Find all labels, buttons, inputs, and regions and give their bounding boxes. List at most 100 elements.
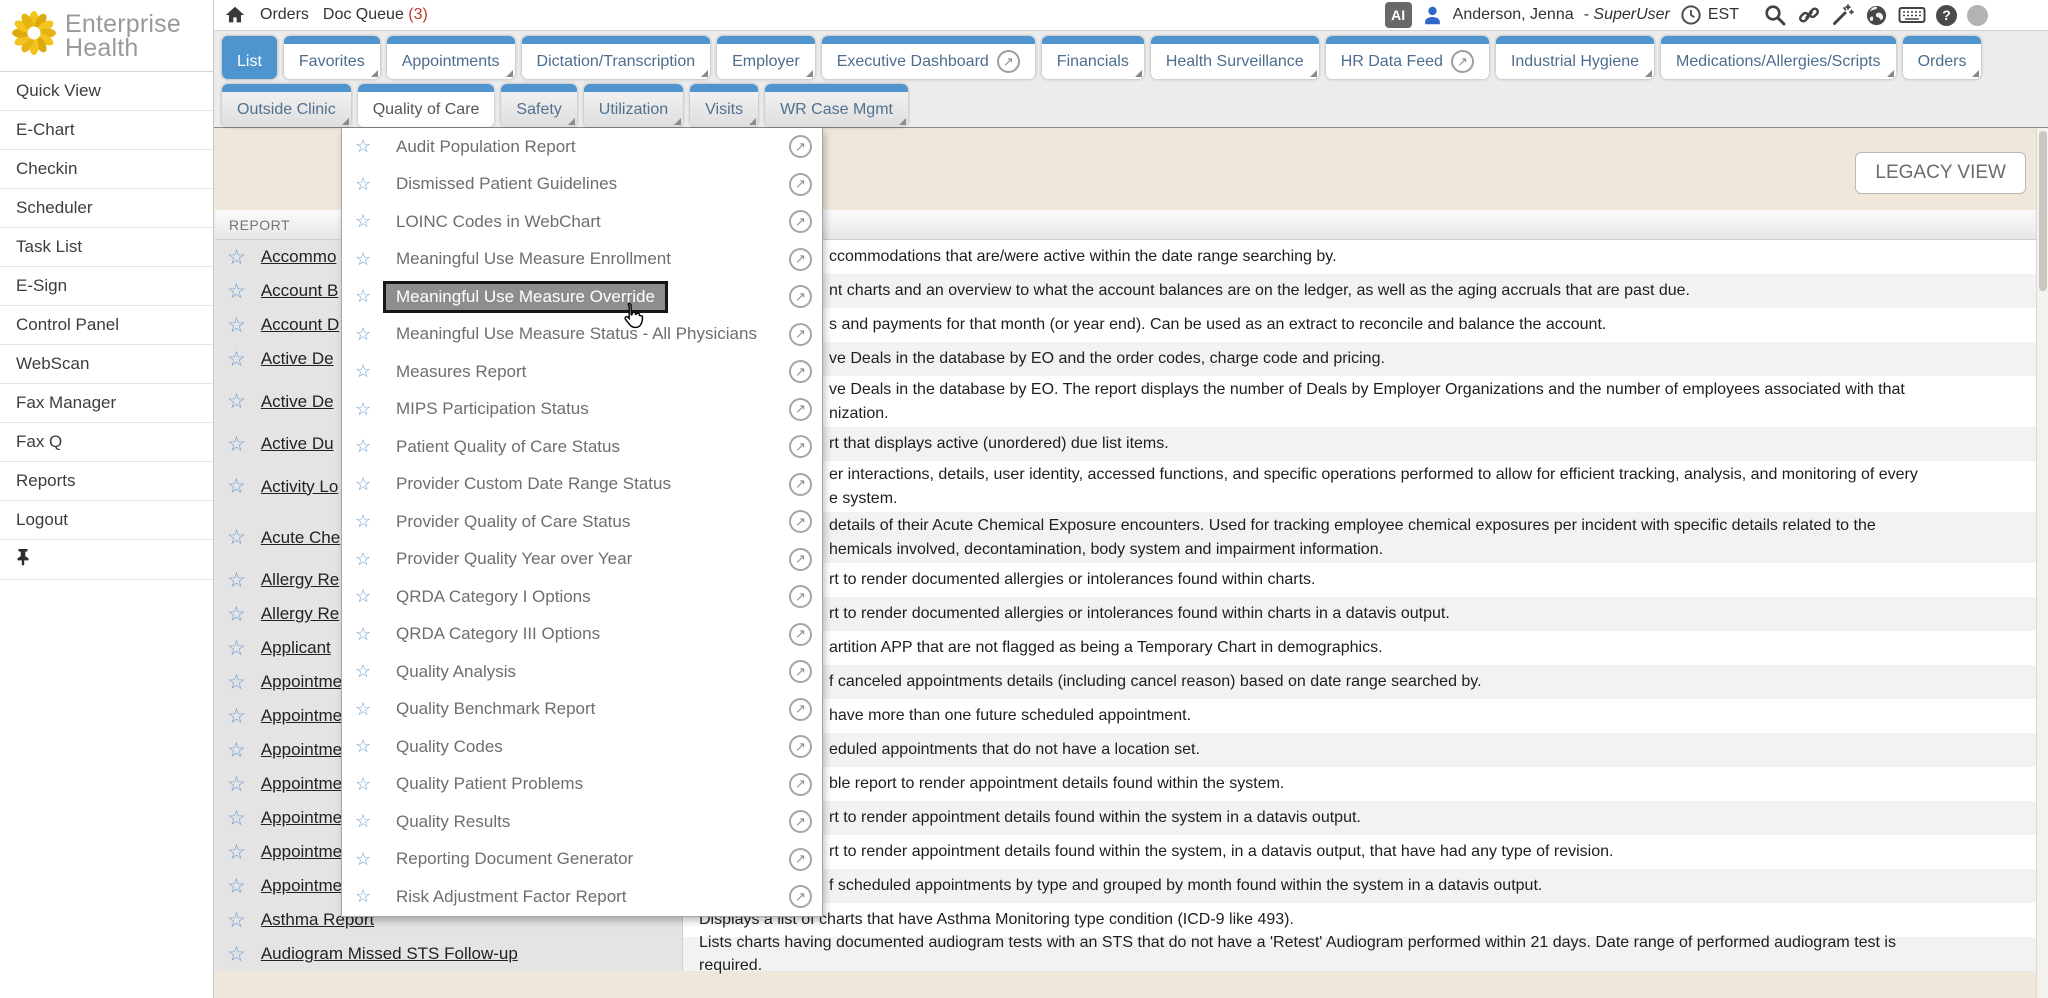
favorite-star-icon[interactable]: ☆ bbox=[355, 886, 375, 907]
favorite-star-icon[interactable]: ☆ bbox=[355, 436, 375, 457]
search-icon[interactable] bbox=[1763, 3, 1787, 27]
favorite-star-icon[interactable]: ☆ bbox=[227, 434, 246, 455]
open-in-new-icon[interactable]: ↗ bbox=[789, 810, 812, 833]
primary-tab[interactable]: Executive Dashboard ↗ bbox=[822, 36, 1035, 79]
report-link[interactable]: Appointme bbox=[261, 808, 342, 828]
dropdown-menu-item[interactable]: ☆ MIPS Participation Status ↗ bbox=[342, 391, 822, 429]
favorite-star-icon[interactable]: ☆ bbox=[355, 736, 375, 757]
open-in-new-icon[interactable]: ↗ bbox=[789, 210, 812, 233]
primary-tab[interactable]: Employer bbox=[717, 36, 815, 79]
dropdown-menu-item[interactable]: ☆ Meaningful Use Measure Status - All Ph… bbox=[342, 316, 822, 354]
open-in-new-icon[interactable]: ↗ bbox=[789, 698, 812, 721]
globe-icon[interactable] bbox=[1865, 4, 1888, 27]
favorite-star-icon[interactable]: ☆ bbox=[227, 842, 246, 863]
open-in-new-icon[interactable]: ↗ bbox=[789, 660, 812, 683]
wand-icon[interactable] bbox=[1831, 3, 1855, 27]
sidebar-item[interactable]: E-Chart bbox=[0, 111, 213, 150]
open-in-new-icon[interactable]: ↗ bbox=[789, 885, 812, 908]
open-in-new-icon[interactable]: ↗ bbox=[789, 473, 812, 496]
dropdown-menu-item[interactable]: ☆ LOINC Codes in WebChart ↗ bbox=[342, 203, 822, 241]
report-link[interactable]: Activity Lo bbox=[261, 477, 338, 497]
primary-tab[interactable]: Favorites bbox=[284, 36, 380, 79]
sidebar-item[interactable]: Fax Manager bbox=[0, 384, 213, 423]
favorite-star-icon[interactable]: ☆ bbox=[355, 399, 375, 420]
open-in-new-icon[interactable]: ↗ bbox=[789, 585, 812, 608]
dropdown-menu-item[interactable]: ☆ QRDA Category I Options ↗ bbox=[342, 578, 822, 616]
vertical-scrollbar[interactable] bbox=[2036, 128, 2048, 998]
favorite-star-icon[interactable]: ☆ bbox=[227, 391, 246, 412]
favorite-star-icon[interactable]: ☆ bbox=[355, 661, 375, 682]
sidebar-item[interactable]: Fax Q bbox=[0, 423, 213, 462]
keyboard-icon[interactable] bbox=[1898, 4, 1926, 26]
open-in-new-icon[interactable]: ↗ bbox=[789, 510, 812, 533]
favorite-star-icon[interactable]: ☆ bbox=[355, 849, 375, 870]
favorite-star-icon[interactable]: ☆ bbox=[355, 549, 375, 570]
dropdown-menu-item[interactable]: ☆ Reporting Document Generator ↗ bbox=[342, 841, 822, 879]
sidebar-item[interactable]: Scheduler bbox=[0, 189, 213, 228]
open-in-new-icon[interactable]: ↗ bbox=[789, 773, 812, 796]
report-link[interactable]: Allergy Re bbox=[261, 570, 339, 590]
favorite-star-icon[interactable]: ☆ bbox=[355, 211, 375, 232]
report-link[interactable]: Appointme bbox=[261, 842, 342, 862]
favorite-star-icon[interactable]: ☆ bbox=[227, 876, 246, 897]
dropdown-menu-item[interactable]: ☆ Quality Codes ↗ bbox=[342, 728, 822, 766]
favorite-star-icon[interactable]: ☆ bbox=[227, 247, 246, 268]
scrollbar-thumb[interactable] bbox=[2039, 131, 2047, 291]
sidebar-item[interactable]: E-Sign bbox=[0, 267, 213, 306]
open-in-new-icon[interactable]: ↗ bbox=[789, 248, 812, 271]
primary-tab[interactable]: Financials bbox=[1042, 36, 1144, 79]
home-icon[interactable] bbox=[224, 4, 246, 26]
dropdown-menu-item[interactable]: ☆ Quality Patient Problems ↗ bbox=[342, 766, 822, 804]
dropdown-menu-item[interactable]: ☆ Meaningful Use Measure Override ↗ bbox=[342, 278, 822, 316]
favorite-star-icon[interactable]: ☆ bbox=[355, 136, 375, 157]
dropdown-menu-item[interactable]: ☆ Provider Custom Date Range Status ↗ bbox=[342, 466, 822, 504]
favorite-star-icon[interactable]: ☆ bbox=[227, 476, 246, 497]
open-in-new-icon[interactable]: ↗ bbox=[789, 398, 812, 421]
open-in-new-icon[interactable]: ↗ bbox=[789, 135, 812, 158]
favorite-star-icon[interactable]: ☆ bbox=[227, 910, 246, 931]
primary-tab[interactable]: Medications/Allergies/Scripts bbox=[1661, 36, 1896, 79]
sidebar-item[interactable]: Control Panel bbox=[0, 306, 213, 345]
primary-tab[interactable]: HR Data Feed ↗ bbox=[1326, 36, 1489, 79]
favorite-star-icon[interactable]: ☆ bbox=[355, 474, 375, 495]
secondary-tab[interactable]: Safety bbox=[501, 84, 576, 127]
favorite-star-icon[interactable]: ☆ bbox=[227, 944, 246, 965]
report-link[interactable]: Audiogram Missed STS Follow-up bbox=[261, 944, 518, 964]
favorite-star-icon[interactable]: ☆ bbox=[227, 740, 246, 761]
sidebar-item[interactable]: Logout bbox=[0, 501, 213, 540]
primary-tab[interactable]: Health Surveillance bbox=[1151, 36, 1319, 79]
status-dot-icon[interactable] bbox=[1967, 5, 1988, 26]
favorite-star-icon[interactable]: ☆ bbox=[227, 808, 246, 829]
favorite-star-icon[interactable]: ☆ bbox=[355, 774, 375, 795]
favorite-star-icon[interactable]: ☆ bbox=[355, 511, 375, 532]
favorite-star-icon[interactable]: ☆ bbox=[227, 672, 246, 693]
favorite-star-icon[interactable]: ☆ bbox=[227, 604, 246, 625]
sidebar-item[interactable]: Reports bbox=[0, 462, 213, 501]
report-link[interactable]: Appointme bbox=[261, 672, 342, 692]
report-link[interactable]: Allergy Re bbox=[261, 604, 339, 624]
favorite-star-icon[interactable]: ☆ bbox=[227, 570, 246, 591]
primary-tab[interactable]: List bbox=[222, 36, 277, 79]
favorite-star-icon[interactable]: ☆ bbox=[355, 361, 375, 382]
favorite-star-icon[interactable]: ☆ bbox=[227, 349, 246, 370]
secondary-tab[interactable]: Quality of Care bbox=[358, 84, 495, 127]
favorite-star-icon[interactable]: ☆ bbox=[355, 586, 375, 607]
sidebar-item[interactable]: Task List bbox=[0, 228, 213, 267]
favorite-star-icon[interactable]: ☆ bbox=[227, 706, 246, 727]
open-in-new-icon[interactable]: ↗ bbox=[789, 285, 812, 308]
dropdown-menu-item[interactable]: ☆ Provider Quality Year over Year ↗ bbox=[342, 541, 822, 579]
sidebar-item[interactable]: Checkin bbox=[0, 150, 213, 189]
primary-tab[interactable]: Dictation/Transcription bbox=[522, 36, 711, 79]
dropdown-menu-item[interactable]: ☆ Quality Analysis ↗ bbox=[342, 653, 822, 691]
open-in-new-icon[interactable]: ↗ bbox=[789, 323, 812, 346]
report-link[interactable]: Appointme bbox=[261, 774, 342, 794]
favorite-star-icon[interactable]: ☆ bbox=[355, 286, 375, 307]
dropdown-menu-item[interactable]: ☆ Patient Quality of Care Status ↗ bbox=[342, 428, 822, 466]
report-link[interactable]: Account B bbox=[261, 281, 339, 301]
dropdown-menu-item[interactable]: ☆ Risk Adjustment Factor Report ↗ bbox=[342, 878, 822, 916]
report-link[interactable]: Active Du bbox=[261, 434, 334, 454]
open-in-new-icon[interactable]: ↗ bbox=[789, 360, 812, 383]
report-link[interactable]: Active De bbox=[261, 349, 334, 369]
report-link[interactable]: Appointme bbox=[261, 740, 342, 760]
open-in-new-icon[interactable]: ↗ bbox=[789, 848, 812, 871]
